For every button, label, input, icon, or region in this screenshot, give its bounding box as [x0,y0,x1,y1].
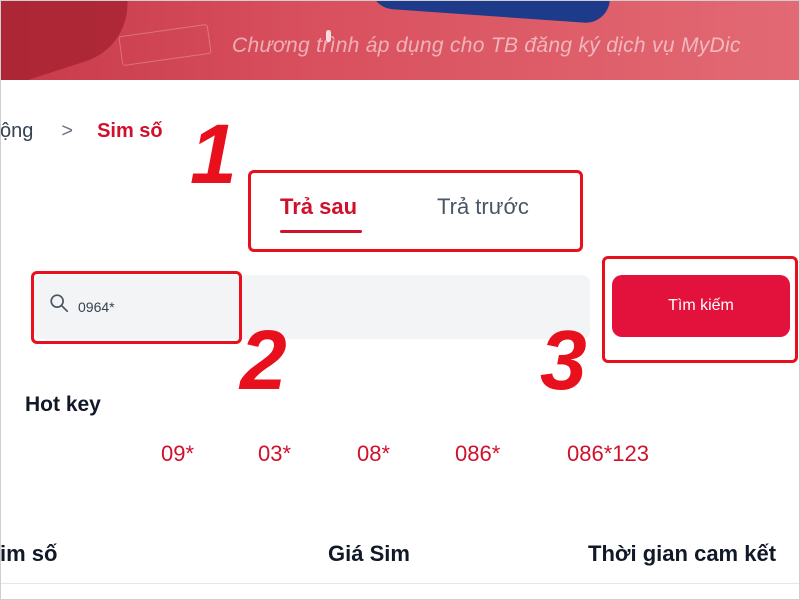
chevron-right-icon: > [61,119,74,142]
hotkey-item[interactable]: 086* [455,441,500,467]
table-divider [0,583,800,584]
hotkey-item[interactable]: 086*123 [567,441,649,467]
annotation-step-3: 3 [540,313,587,407]
hotkey-item[interactable]: 08* [357,441,390,467]
column-header-price: Giá Sim [328,541,410,566]
annotation-box-search [31,271,242,344]
hotkey-item[interactable]: 09* [161,441,194,467]
banner-text: Chương trình áp dụng cho TB đăng ký dịch… [232,34,741,57]
column-header-sim-number: im số [0,541,58,566]
hotkey-title: Hot key [25,393,101,416]
breadcrumb-item-current: Sim số [97,119,163,142]
breadcrumb-item-previous[interactable]: ộng [0,120,33,143]
annotation-box-button [602,256,798,363]
annotation-step-1: 1 [190,107,237,201]
banner-decoration-blue [368,0,612,25]
annotation-box-tabs [248,170,583,252]
annotation-step-2: 2 [240,313,287,407]
breadcrumb: ộng > Sim số [0,118,163,144]
hotkey-item[interactable]: 03* [258,441,291,467]
promo-banner[interactable]: Chương trình áp dụng cho TB đăng ký dịch… [0,0,800,80]
banner-decoration-outline [118,23,212,67]
column-header-commitment: Thời gian cam kết [588,541,777,566]
